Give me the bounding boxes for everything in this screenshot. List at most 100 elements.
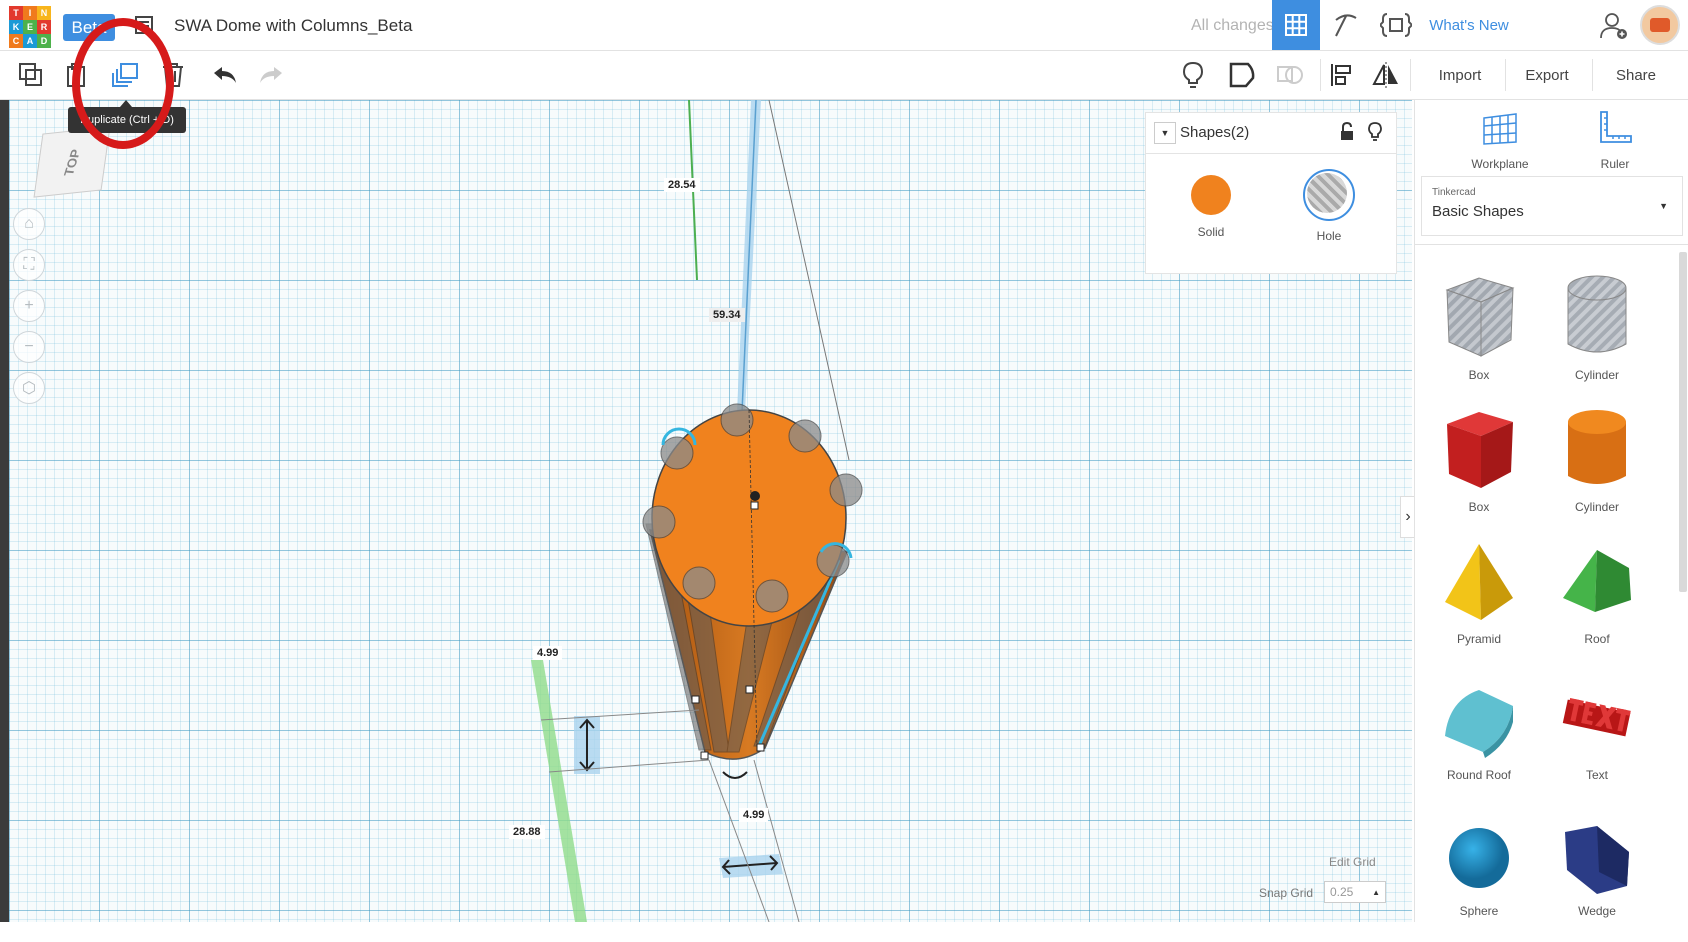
grid-icon	[1285, 14, 1307, 36]
tinkercad-logo[interactable]: TINKERCAD	[9, 6, 51, 48]
solid-option[interactable]: Solid	[1191, 175, 1231, 239]
workplane-tool[interactable]: Workplane	[1455, 110, 1545, 171]
collapse-inspector-button[interactable]: ▼	[1154, 122, 1176, 144]
workplane-label: Workplane	[1471, 157, 1529, 171]
solid-label: Solid	[1197, 225, 1225, 239]
shape-sphere[interactable]: Sphere	[1425, 812, 1533, 942]
design-title[interactable]: SWA Dome with Columns_Beta	[174, 16, 412, 36]
shape-cylinder-hole[interactable]: Cylinder	[1543, 270, 1651, 400]
shape-inspector: ▼ Shapes(2) Solid Hole	[1145, 112, 1397, 274]
blue-sphere-icon	[1449, 828, 1509, 888]
zoom-in-button[interactable]: +	[13, 290, 45, 322]
zoom-out-button[interactable]: −	[13, 331, 45, 363]
mirror-icon	[1372, 62, 1398, 88]
import-button[interactable]: Import	[1420, 61, 1500, 89]
dim-length[interactable]: 28.88	[509, 825, 545, 839]
yellow-pyramid-icon	[1445, 544, 1513, 620]
shape-label: Box	[1468, 500, 1490, 514]
share-button[interactable]: Share	[1596, 61, 1676, 89]
hole-label: Hole	[1316, 229, 1342, 243]
dim-diameter[interactable]: 59.34	[709, 308, 745, 322]
shape-label: Roof	[1584, 632, 1610, 646]
redo-button[interactable]	[256, 60, 286, 90]
logo-letter: I	[23, 6, 37, 20]
shape-label: Cylinder	[1574, 500, 1619, 514]
library-select[interactable]: Tinkercad Basic Shapes ▼	[1421, 176, 1683, 236]
whats-new-link[interactable]: What's New	[1424, 0, 1514, 50]
library-source: Tinkercad	[1432, 187, 1476, 198]
shape-cylinder[interactable]: Cylinder	[1543, 404, 1651, 534]
red-annotation-circle	[72, 18, 174, 149]
avatar[interactable]	[1636, 0, 1684, 50]
bricks-view-button[interactable]	[1322, 0, 1370, 50]
snap-grid-value: 0.25	[1330, 885, 1354, 899]
dim-elevation[interactable]: 4.99	[533, 646, 563, 660]
solid-swatch	[1191, 175, 1231, 215]
logo-letter: E	[23, 20, 37, 34]
home-icon: ⌂	[24, 215, 34, 232]
edit-grid-link[interactable]: Edit Grid	[1329, 855, 1376, 869]
notes-button[interactable]	[1178, 60, 1208, 90]
library-scrollbar[interactable]	[1679, 252, 1687, 592]
group-shape-icon	[1229, 62, 1255, 88]
home-view-button[interactable]: ⌂	[13, 208, 45, 240]
shape-box-hole[interactable]: Box	[1425, 270, 1533, 400]
ungroup-button[interactable]	[1275, 60, 1305, 90]
orange-cylinder-icon	[1568, 410, 1626, 484]
hole-option[interactable]: Hole	[1303, 169, 1355, 243]
teal-round-roof-icon	[1445, 690, 1513, 758]
logo-letter: A	[23, 34, 37, 48]
red-text-icon	[1562, 698, 1631, 737]
dim-top-height[interactable]: 28.54	[664, 178, 700, 192]
fit-view-button[interactable]: ⛶	[13, 249, 45, 281]
shape-pyramid[interactable]: Pyramid	[1425, 540, 1533, 670]
inspector-title: Shapes(2)	[1180, 124, 1250, 141]
window-edge	[0, 100, 9, 922]
visibility-lightbulb-icon[interactable]	[1367, 122, 1383, 147]
ruler-icon	[1600, 111, 1632, 143]
add-user-icon[interactable]	[1596, 0, 1632, 50]
striped-box-icon	[1445, 277, 1515, 357]
redo-icon	[260, 67, 282, 83]
edit-toolbar: Import Export Share	[0, 51, 1688, 100]
snap-grid-select[interactable]: 0.25 ▲	[1324, 881, 1386, 903]
shape-label: Wedge	[1578, 904, 1616, 918]
logo-letter: N	[37, 6, 51, 20]
lightbulb-icon	[1182, 61, 1204, 88]
ruler-tool[interactable]: Ruler	[1575, 110, 1655, 171]
logo-letter: T	[9, 6, 23, 20]
cube-icon: ⬡	[22, 380, 36, 397]
library-name: Basic Shapes	[1432, 203, 1524, 220]
shape-round-roof[interactable]: Round Roof	[1425, 676, 1533, 806]
fit-view-icon: ⛶	[23, 256, 35, 273]
caret-down-icon: ▼	[1659, 201, 1668, 211]
shape-label: Sphere	[1459, 904, 1499, 918]
snap-grid-label: Snap Grid	[1259, 886, 1314, 900]
striped-cylinder-icon	[1567, 275, 1627, 353]
collapse-panel-button[interactable]: ›	[1400, 496, 1415, 538]
copy-button[interactable]	[16, 60, 46, 90]
workplane-icon	[1483, 113, 1517, 145]
shape-box[interactable]: Box	[1425, 404, 1533, 534]
align-button[interactable]	[1327, 60, 1357, 90]
export-button[interactable]: Export	[1507, 61, 1587, 89]
lock-icon[interactable]	[1339, 121, 1355, 147]
shape-roof[interactable]: Roof	[1543, 540, 1651, 670]
undo-button[interactable]	[210, 60, 240, 90]
logo-letter: R	[37, 20, 51, 34]
shape-wedge[interactable]: Wedge	[1543, 812, 1651, 942]
perspective-button[interactable]: ⬡	[13, 372, 45, 404]
shape-text[interactable]: Text	[1543, 676, 1651, 806]
mirror-button[interactable]	[1371, 60, 1401, 90]
dim-width[interactable]: 4.99	[739, 808, 769, 822]
group-button[interactable]	[1227, 60, 1257, 90]
navy-wedge-icon	[1565, 826, 1629, 894]
code-blocks-icon	[1380, 13, 1412, 37]
3d-view-button[interactable]	[1272, 0, 1320, 50]
shape-label: Pyramid	[1456, 632, 1501, 646]
hole-swatch	[1303, 169, 1355, 221]
caret-up-icon: ▲	[1372, 887, 1380, 897]
plus-icon: +	[24, 297, 34, 314]
minus-icon: −	[24, 338, 34, 355]
codeblocks-button[interactable]	[1372, 0, 1420, 50]
